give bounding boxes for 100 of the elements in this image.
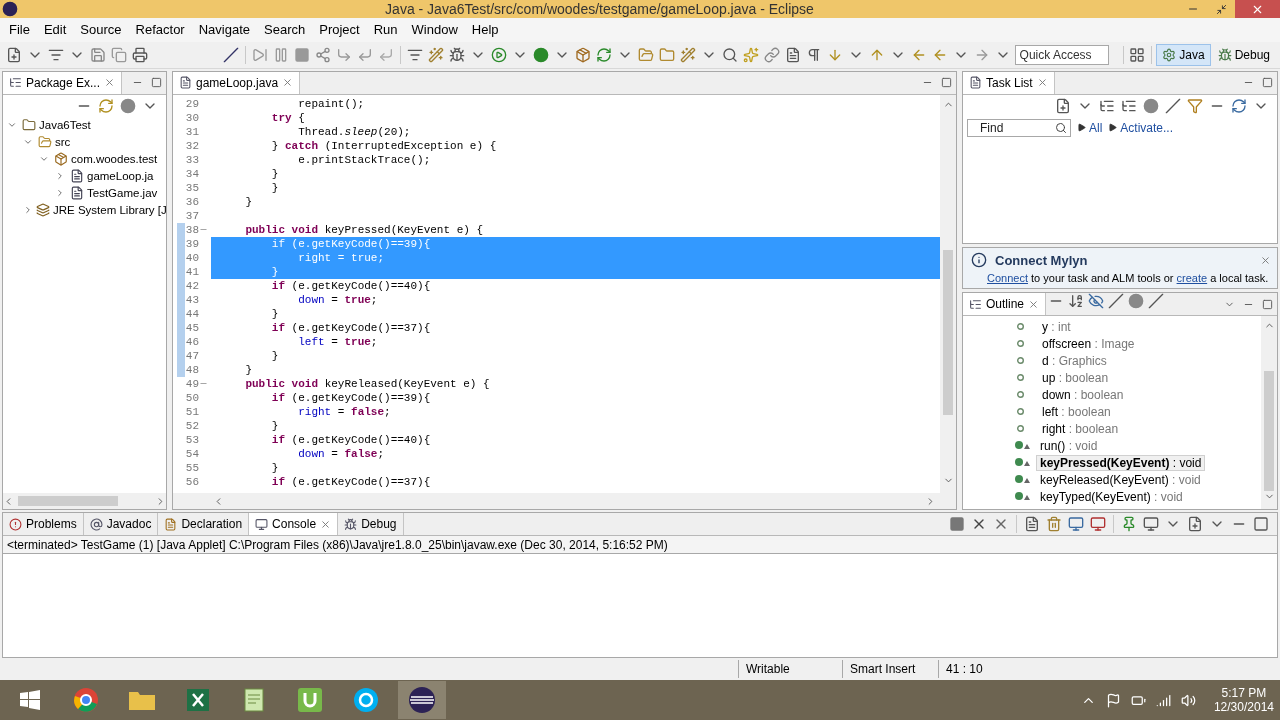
outline-item[interactable]: y : int (1039, 319, 1074, 334)
outline-item[interactable]: keyReleased(KeyEvent) : void (1037, 472, 1204, 487)
menu-item[interactable]: Refactor (128, 22, 192, 38)
stop-icon[interactable] (293, 46, 310, 63)
close-icon[interactable] (1260, 254, 1271, 266)
step-over-icon[interactable] (356, 46, 373, 63)
close-icon[interactable] (104, 77, 116, 89)
pin-console-icon[interactable] (1121, 516, 1137, 533)
scrollbar-thumb[interactable] (1264, 371, 1274, 492)
open-perspective-icon[interactable] (1129, 46, 1146, 63)
filter-link[interactable]: All (1077, 120, 1103, 135)
close-icon[interactable] (282, 77, 294, 89)
outline-item[interactable]: keyTyped(KeyEvent) : void (1037, 489, 1186, 504)
show-output-icon[interactable] (1068, 516, 1084, 533)
editor-tab[interactable]: gameLoop.java (173, 71, 301, 94)
wand-icon[interactable] (427, 46, 444, 63)
menu-item[interactable]: Edit (36, 22, 74, 38)
view-tab[interactable]: Package Ex... (3, 71, 123, 94)
pen-icon[interactable] (679, 46, 696, 63)
folder-icon[interactable] (658, 46, 675, 63)
tree-item[interactable]: JRE System Library [J (53, 204, 167, 217)
slash-icon[interactable] (222, 46, 239, 63)
print-icon[interactable] (132, 46, 148, 63)
filter-link[interactable]: Activate... (1108, 120, 1174, 135)
tree-item[interactable]: TestGame.jav (87, 187, 158, 200)
menu-item[interactable]: Window (404, 22, 465, 38)
close-button[interactable] (1235, 0, 1280, 18)
save-icon[interactable] (90, 46, 106, 63)
line-number: 50 (185, 390, 199, 405)
maximize-icon[interactable] (1262, 298, 1273, 310)
close-icon[interactable] (1036, 77, 1048, 89)
banner-link[interactable]: create (1176, 272, 1208, 285)
view-tab[interactable]: Javadoc (83, 513, 159, 536)
document-icon[interactable] (784, 46, 801, 63)
step-into-icon[interactable] (335, 46, 352, 63)
tree-item[interactable]: Java6Test (39, 119, 91, 132)
menu-item[interactable]: Source (73, 22, 129, 38)
line-number: 39 (185, 236, 199, 251)
resume-icon[interactable] (251, 46, 268, 63)
perspective-button[interactable]: Java (1156, 43, 1211, 66)
sync-icon[interactable] (1231, 97, 1247, 114)
flag-icon[interactable] (1105, 692, 1121, 708)
view-tab[interactable]: Console (249, 513, 339, 536)
volume-icon[interactable] (1180, 692, 1196, 708)
view-tab[interactable]: Problems (3, 513, 84, 536)
menu-item[interactable]: Help (464, 22, 506, 38)
outline-item[interactable]: d : Graphics (1039, 353, 1110, 368)
display-console-icon[interactable] (1143, 516, 1159, 533)
close-icon[interactable] (1028, 298, 1040, 310)
outline-item[interactable]: down : boolean (1039, 387, 1127, 402)
outline-item[interactable]: offscreen : Image (1039, 336, 1138, 351)
outline-item[interactable]: up : boolean (1039, 370, 1112, 385)
close-icon[interactable] (320, 518, 332, 530)
signal-icon[interactable] (1155, 692, 1171, 708)
quick-access-field[interactable]: Quick Access (1014, 44, 1109, 65)
outline-item[interactable]: right : boolean (1039, 421, 1122, 436)
open-console-icon[interactable] (1187, 516, 1203, 533)
window-title: Java - Java6Test/src/com/woodes/testgame/gameLoop.java - Eclipse (384, 1, 815, 17)
run-icon[interactable] (490, 46, 507, 63)
tree-item[interactable]: com.woodes.test (71, 153, 158, 166)
outline-item[interactable]: left : boolean (1039, 404, 1114, 419)
perspective-button[interactable]: Debug (1211, 43, 1276, 66)
search-icon[interactable] (721, 46, 738, 63)
scrollbar-thumb[interactable] (18, 496, 118, 507)
line-number: 40 (185, 250, 199, 265)
dot-icon[interactable] (1128, 293, 1145, 310)
menu-item[interactable]: Navigate (191, 22, 257, 38)
outline-item[interactable]: run() : void (1037, 438, 1101, 453)
link-icon[interactable] (763, 46, 780, 63)
maximize-icon[interactable] (1253, 516, 1269, 533)
outline-item[interactable]: keyPressed(KeyEvent) : void (1037, 455, 1205, 470)
maximize-icon[interactable] (1262, 77, 1273, 89)
new-file-icon[interactable] (6, 46, 22, 63)
refresh-icon[interactable] (595, 46, 612, 63)
line-number: 35 (185, 180, 199, 195)
copy-icon[interactable] (111, 46, 127, 63)
view-tab[interactable]: Debug (338, 513, 404, 536)
open-folder-icon[interactable] (637, 46, 654, 63)
package-icon[interactable] (574, 46, 591, 63)
sort-icon[interactable] (1068, 293, 1085, 310)
menu-item[interactable]: Search (257, 22, 313, 38)
maximize-icon[interactable] (941, 77, 952, 89)
menu-item[interactable]: Run (366, 22, 405, 38)
debug-icon[interactable] (448, 46, 465, 63)
tree-item[interactable]: src (55, 136, 71, 149)
search-icon[interactable] (1055, 121, 1067, 134)
stop-icon[interactable] (949, 516, 965, 533)
tree-item[interactable]: gameLoop.ja (87, 170, 154, 183)
line-number: 30 (185, 110, 199, 125)
view-tab[interactable]: Outline (963, 293, 1047, 316)
find-field[interactable]: Find (967, 118, 1071, 137)
new-task-icon[interactable] (1055, 97, 1071, 114)
show-error-icon[interactable] (1090, 516, 1106, 533)
maximize-icon[interactable] (151, 77, 162, 89)
banner-link[interactable]: Connect (987, 272, 1028, 285)
view-tab[interactable]: Task List (963, 71, 1055, 94)
hide-fields-icon[interactable] (1088, 293, 1105, 310)
menu-item[interactable]: Project (312, 22, 367, 38)
scrollbar-thumb[interactable] (943, 249, 953, 415)
menu-item[interactable]: File (2, 22, 37, 38)
